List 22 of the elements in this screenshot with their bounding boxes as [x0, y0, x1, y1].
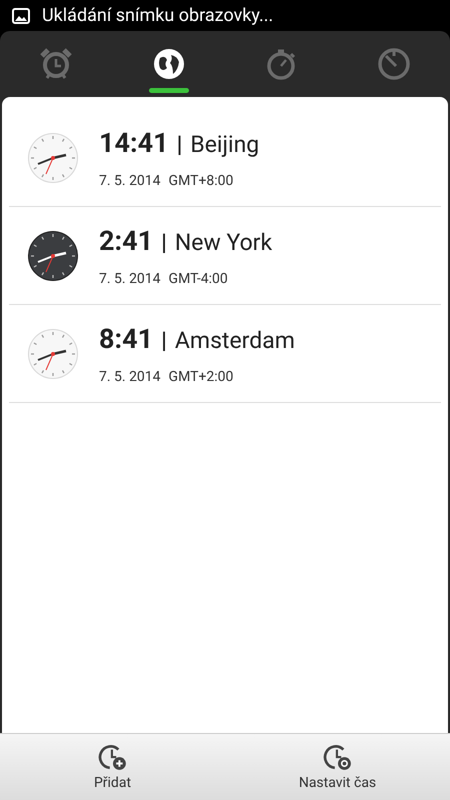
- time-text: 2:41: [99, 224, 154, 259]
- toolbar-button[interactable]: Nastavit čas: [225, 734, 450, 800]
- timezone-text: GMT+8:00: [168, 172, 234, 192]
- selected-indicator: [148, 88, 189, 93]
- city-name: Amsterdam: [174, 326, 295, 356]
- toolbar-button[interactable]: Přidat: [0, 734, 225, 800]
- time-text: 8:41: [99, 322, 154, 357]
- timezone-text: GMT-4:00: [168, 270, 228, 290]
- notification-text: Ukládání snímku obrazovky...: [42, 4, 274, 28]
- timezone-text: GMT+2:00: [168, 368, 234, 388]
- separator-text: |: [161, 326, 167, 356]
- city-name: Beijing: [190, 130, 260, 160]
- date-text: 7. 5. 2014: [99, 172, 161, 192]
- separator-text: |: [161, 228, 167, 258]
- date-text: 7. 5. 2014: [99, 368, 161, 388]
- separator-text: |: [176, 130, 182, 160]
- timer-icon: [376, 46, 412, 82]
- city-name: New York: [174, 228, 272, 258]
- date-text: 7. 5. 2014: [99, 270, 161, 290]
- image-icon: [12, 8, 30, 24]
- alarm-clock-icon: [38, 46, 74, 82]
- time-text: 14:41: [99, 126, 169, 161]
